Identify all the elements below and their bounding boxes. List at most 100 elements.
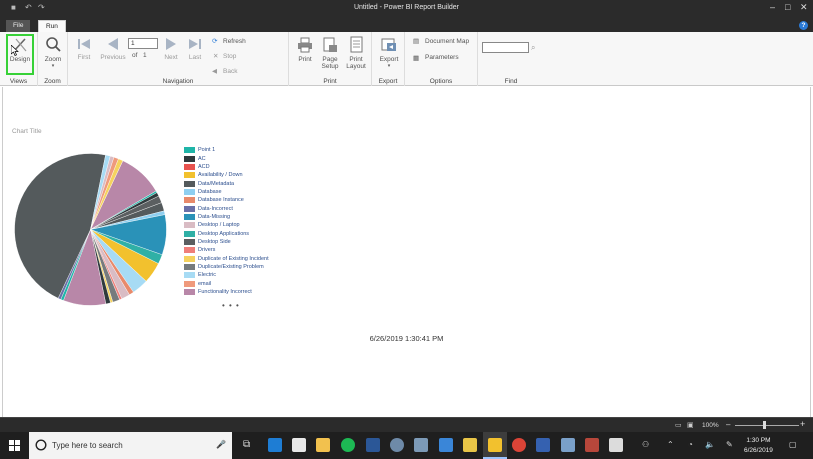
legend-swatch [184, 222, 195, 229]
page-number-input[interactable]: 1 [128, 38, 158, 49]
app-icon-7[interactable] [414, 438, 428, 452]
last-page-button[interactable]: Last [185, 36, 205, 61]
first-page-button[interactable]: First [74, 36, 94, 61]
print-view-icon[interactable]: ▣ [687, 421, 694, 429]
print-layout-label-2: Layout [346, 63, 366, 70]
report-builder-taskbar-button[interactable] [483, 432, 507, 459]
network-icon[interactable]: ◔ [688, 440, 693, 449]
status-bar: ▭ ▣ 100% – + [0, 417, 813, 432]
minimize-button[interactable]: – [770, 2, 775, 12]
browser-icon[interactable] [390, 438, 404, 452]
legend-label: Drivers [198, 247, 216, 254]
app-icon-12[interactable] [561, 438, 575, 452]
back-icon[interactable]: ◀ [212, 67, 217, 75]
volume-icon[interactable]: 🔈 [705, 440, 715, 449]
legend-swatch [184, 289, 195, 296]
zoom-slider[interactable] [735, 425, 799, 426]
legend-label: Database Instance [198, 197, 244, 204]
spotify-icon[interactable] [341, 438, 355, 452]
legend-item: Point 1 [184, 146, 269, 154]
previous-page-button[interactable]: Previous [99, 36, 127, 61]
zoom-in-icon[interactable]: + [800, 419, 805, 429]
find-input[interactable] [482, 42, 529, 53]
print-button[interactable]: Print [293, 36, 317, 63]
group-navigation: First Previous Next Last Navigation [68, 32, 289, 86]
zoom-level: 100% [702, 422, 719, 429]
chart-legend: Point 1 AC ACD Availability / Down Data/Meta… [184, 146, 269, 296]
legend-item: Functionality Incorrect [184, 288, 269, 296]
title-bar: ■ ↶ ↷ Untitled - Power BI Report Builder… [0, 0, 813, 19]
page-view-icon[interactable]: ▭ [675, 421, 682, 429]
print-layout-label-1: Print [349, 56, 363, 63]
parameters-button[interactable]: Parameters [425, 54, 459, 61]
legend-swatch [184, 263, 195, 270]
refresh-button[interactable]: Refresh [223, 38, 246, 45]
legend-label: Electric [198, 272, 217, 279]
document-map-button[interactable]: Document Map [425, 38, 469, 45]
stop-icon[interactable]: ✕ [213, 52, 218, 60]
zoom-out-icon[interactable]: – [726, 420, 730, 429]
execution-timestamp: 6/26/2019 1:30:41 PM [369, 334, 444, 343]
close-button[interactable]: ✕ [800, 2, 808, 13]
app-icon-14[interactable] [609, 438, 623, 452]
legend-swatch [184, 280, 195, 287]
legend-label: ACD [198, 163, 210, 170]
zoom-button[interactable]: Zoom ▾ [42, 36, 64, 69]
legend-swatch [184, 155, 195, 162]
legend-swatch [184, 247, 195, 254]
print-layout-button[interactable]: Print Layout [344, 36, 368, 70]
find-binoculars-icon[interactable]: ⌕ [531, 43, 535, 53]
export-button[interactable]: Export ▾ [377, 36, 401, 69]
page-setup-label-1: Page [322, 56, 338, 63]
group-export-label: Export [378, 78, 398, 85]
word-icon[interactable] [366, 438, 380, 452]
taskbar-search-box[interactable]: Type here to search 🎤 [29, 432, 232, 459]
people-icon[interactable]: ⚇ [642, 440, 649, 449]
cortana-circle-icon [35, 439, 47, 451]
export-dropdown-icon: ▾ [387, 63, 391, 69]
export-label: Export [379, 56, 399, 63]
group-navigation-label: Navigation [162, 78, 194, 85]
legend-swatch [184, 238, 195, 245]
chrome-icon[interactable] [512, 438, 526, 452]
back-button[interactable]: Back [223, 68, 237, 75]
legend-label: Duplicate of Existing Incident [198, 255, 269, 262]
legend-more-indicator[interactable]: • • • [222, 301, 240, 310]
legend-label: Data/Metadata [198, 180, 235, 187]
taskbar-clock[interactable]: 1:30 PM 6/26/2019 [744, 436, 773, 456]
legend-swatch [184, 255, 195, 262]
group-zoom-label: Zoom [44, 78, 61, 85]
legend-label: email [198, 280, 212, 287]
file-explorer-icon[interactable] [316, 438, 330, 452]
total-pages: 1 [143, 52, 147, 59]
legend-swatch [184, 213, 195, 220]
app-icon-11[interactable] [536, 438, 550, 452]
tray-chevron-icon[interactable]: ⌃ [667, 440, 674, 449]
legend-item: email [184, 280, 269, 288]
tab-run[interactable]: Run [38, 20, 66, 32]
legend-label: AC [198, 155, 206, 162]
power-bi-desktop-icon[interactable] [463, 438, 477, 452]
notifications-icon[interactable]: ▢ [789, 440, 797, 449]
page-setup-button[interactable]: Page Setup [319, 36, 341, 70]
task-view-icon[interactable]: ⧉ [243, 439, 250, 450]
pen-icon[interactable]: ✎ [726, 440, 733, 449]
refresh-icon[interactable]: ⟳ [212, 37, 217, 45]
edge-icon[interactable] [268, 438, 282, 452]
windows-start-icon[interactable] [9, 440, 20, 451]
app-icon-13[interactable] [585, 438, 599, 452]
previous-label: Previous [100, 54, 126, 61]
tab-file[interactable]: File [6, 20, 31, 32]
legend-label: Functionality Incorrect [198, 289, 252, 296]
maximize-button[interactable]: □ [785, 2, 790, 12]
app-icon-8[interactable] [439, 438, 453, 452]
group-export: Export ▾ Export [372, 32, 405, 86]
next-page-button[interactable]: Next [161, 36, 181, 61]
stop-button[interactable]: Stop [223, 53, 236, 60]
legend-item: Availability / Down [184, 171, 269, 179]
microphone-icon[interactable]: 🎤 [216, 440, 226, 449]
mail-icon[interactable] [292, 438, 306, 452]
zoom-slider-thumb[interactable] [763, 421, 766, 429]
first-icon [78, 39, 90, 49]
help-icon[interactable]: ? [799, 21, 808, 30]
